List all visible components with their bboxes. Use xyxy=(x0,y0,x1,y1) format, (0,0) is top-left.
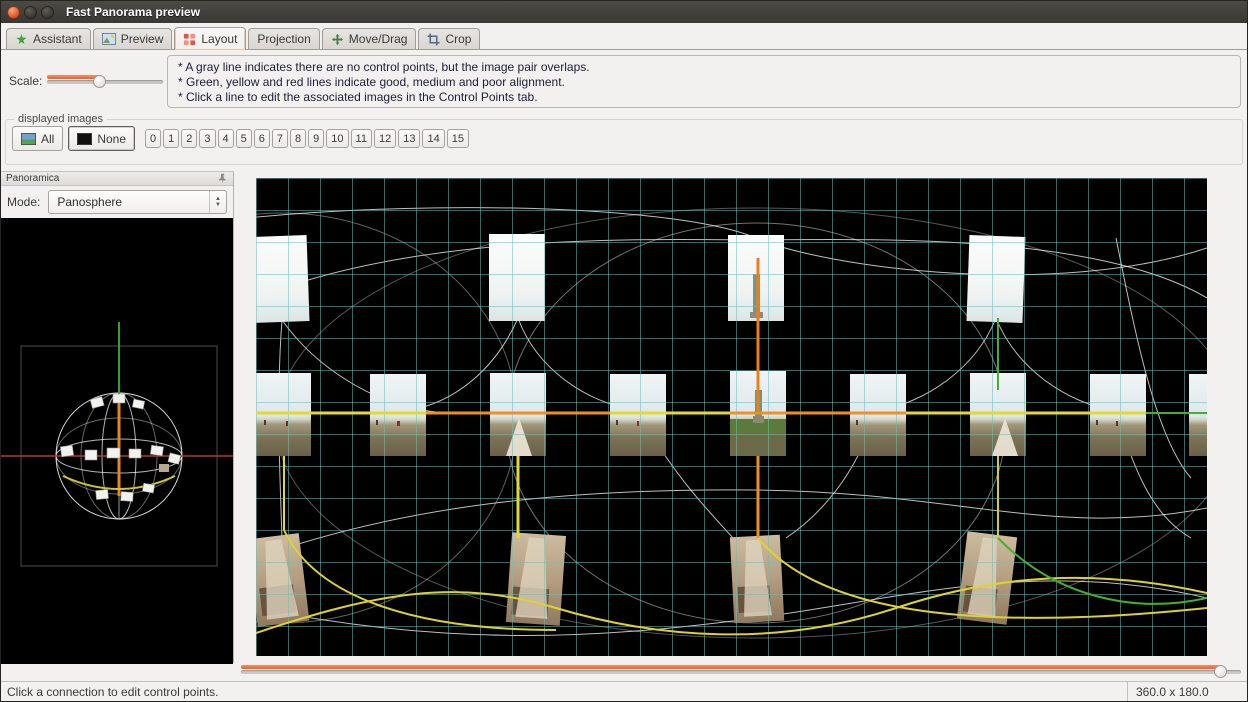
image-number-button-10[interactable]: 10 xyxy=(326,129,348,148)
help-line: * A gray line indicates there are no con… xyxy=(178,60,1230,75)
assistant-icon xyxy=(15,33,28,46)
tab-label: Move/Drag xyxy=(349,32,408,46)
horizontal-scrollbar-track[interactable] xyxy=(241,670,1241,674)
status-bar: Click a connection to edit control point… xyxy=(1,681,1247,702)
scale-slider-fill xyxy=(47,75,100,79)
bottom-row-tiles xyxy=(256,531,1017,627)
tab-crop[interactable]: Crop xyxy=(418,28,480,49)
tab-label: Assistant xyxy=(33,32,82,46)
tab-assistant[interactable]: Assistant xyxy=(6,28,91,49)
close-button[interactable] xyxy=(7,6,20,19)
image-number-button-9[interactable]: 9 xyxy=(308,129,324,148)
canvas-images-layer xyxy=(256,178,1207,656)
all-button[interactable]: All xyxy=(12,126,63,151)
all-images-icon xyxy=(21,133,36,145)
tab-move-drag[interactable]: Move/Drag xyxy=(322,28,417,49)
scale-label: Scale: xyxy=(9,74,42,88)
image-number-button-2[interactable]: 2 xyxy=(181,129,197,148)
tab-preview[interactable]: Preview xyxy=(93,28,173,49)
displayed-images-group: displayed images All None 01234567891011… xyxy=(5,113,1243,165)
tab-layout[interactable]: Layout xyxy=(174,27,246,50)
tab-projection[interactable]: Projection xyxy=(248,28,319,49)
side-panel-title: Panoramica xyxy=(6,173,59,184)
hscroll-fill xyxy=(241,665,1221,669)
tab-label: Crop xyxy=(445,32,471,46)
image-number-button-5[interactable]: 5 xyxy=(236,129,252,148)
image-number-button-14[interactable]: 14 xyxy=(422,129,444,148)
tab-label: Layout xyxy=(201,32,237,46)
displayed-images-label: displayed images xyxy=(14,113,107,125)
image-number-button-0[interactable]: 0 xyxy=(145,129,161,148)
tab-bar: Assistant Preview Layout Projection Move… xyxy=(1,23,1247,50)
mode-combobox-value: Panosphere xyxy=(57,195,122,209)
help-line: * Click a line to edit the associated im… xyxy=(178,90,1230,105)
image-number-button-8[interactable]: 8 xyxy=(290,129,306,148)
pin-icon[interactable] xyxy=(217,173,228,184)
image-number-button-11[interactable]: 11 xyxy=(351,129,372,148)
mode-combobox[interactable]: Panosphere ▲ ▼ xyxy=(48,190,227,214)
image-number-button-7[interactable]: 7 xyxy=(272,129,288,148)
image-number-button-12[interactable]: 12 xyxy=(374,129,396,148)
window-title: Fast Panorama preview xyxy=(66,5,200,19)
image-number-button-6[interactable]: 6 xyxy=(254,129,270,148)
pano-dimensions: 360.0 x 180.0 xyxy=(1127,682,1247,702)
crop-icon xyxy=(427,33,440,46)
image-number-buttons: 0123456789101112131415 xyxy=(145,129,469,148)
scale-slider[interactable] xyxy=(47,75,163,88)
image-number-button-1[interactable]: 1 xyxy=(163,129,179,148)
app-window: Fast Panorama preview Assistant Preview … xyxy=(0,0,1248,702)
maximize-button[interactable] xyxy=(41,6,54,19)
side-panel: Panoramica Mode: Panosphere ▲ ▼ xyxy=(1,171,234,663)
help-box: * A gray line indicates there are no con… xyxy=(167,55,1241,108)
image-number-button-15[interactable]: 15 xyxy=(447,129,469,148)
image-number-button-3[interactable]: 3 xyxy=(199,129,215,148)
image-number-button-4[interactable]: 4 xyxy=(218,129,234,148)
none-button-label: None xyxy=(97,132,126,146)
none-images-icon xyxy=(77,133,92,145)
side-panel-header[interactable]: Panoramica xyxy=(1,172,233,186)
titlebar[interactable]: Fast Panorama preview xyxy=(1,1,1247,23)
combobox-spinner-icon[interactable]: ▲ ▼ xyxy=(209,191,226,213)
top-row-tiles xyxy=(256,234,1025,323)
mode-label: Mode: xyxy=(7,195,40,209)
move-drag-icon xyxy=(331,33,344,46)
layout-icon xyxy=(183,33,196,46)
scale-slider-thumb[interactable] xyxy=(93,75,106,88)
preview-icon xyxy=(102,33,116,45)
horizontal-scrollbar[interactable] xyxy=(241,665,1241,679)
help-line: * Green, yellow and red lines indicate g… xyxy=(178,75,1230,90)
none-button[interactable]: None xyxy=(68,126,135,151)
hscroll-thumb[interactable] xyxy=(1214,665,1227,678)
minimize-button[interactable] xyxy=(24,6,37,19)
middle-row-tiles xyxy=(256,371,1207,456)
panosphere-preview[interactable] xyxy=(1,218,233,664)
all-button-label: All xyxy=(41,132,54,146)
tab-label: Preview xyxy=(121,32,164,46)
tab-label: Projection xyxy=(257,32,310,46)
spinner-down-icon[interactable]: ▼ xyxy=(215,202,221,208)
status-message: Click a connection to edit control point… xyxy=(1,685,218,699)
image-number-button-13[interactable]: 13 xyxy=(398,129,420,148)
layout-canvas[interactable] xyxy=(256,178,1207,656)
